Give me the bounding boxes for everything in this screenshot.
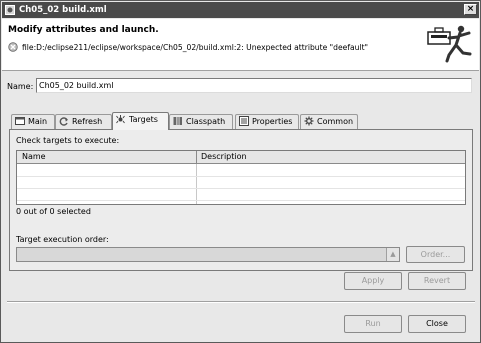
tab-common[interactable]: Common bbox=[300, 114, 358, 129]
tab-properties[interactable]: Properties bbox=[235, 114, 299, 129]
table-row-line bbox=[17, 188, 465, 189]
dialog-header: Modify attributes and launch. file:D:/ec… bbox=[2, 19, 479, 71]
run-button[interactable]: Run bbox=[344, 315, 402, 333]
tab-targets-label: Targets bbox=[129, 115, 158, 124]
targets-table[interactable]: Name Description bbox=[16, 150, 466, 205]
classpath-icon bbox=[173, 117, 182, 125]
column-header-name[interactable]: Name bbox=[22, 152, 46, 161]
execution-order-label: Target execution order: bbox=[16, 235, 109, 244]
refresh-icon bbox=[59, 117, 68, 126]
tab-targets[interactable]: Targets bbox=[112, 112, 169, 130]
error-icon bbox=[8, 42, 18, 52]
targets-table-header: Name Description bbox=[17, 151, 465, 164]
column-header-description[interactable]: Description bbox=[201, 152, 247, 161]
tab-main[interactable]: Main bbox=[11, 114, 55, 129]
title-bar: Ch05_02 build.xml × bbox=[2, 2, 479, 18]
name-label: Name: bbox=[7, 82, 34, 91]
name-field[interactable]: Ch05_02 build.xml bbox=[36, 78, 472, 93]
close-button[interactable]: Close bbox=[408, 315, 466, 333]
tab-refresh-label: Refresh bbox=[72, 117, 103, 126]
window-title: Ch05_02 build.xml bbox=[19, 5, 107, 15]
main-tab-icon bbox=[15, 117, 25, 125]
tab-common-label: Common bbox=[317, 117, 354, 126]
header-column-divider[interactable] bbox=[196, 151, 197, 164]
targets-icon bbox=[116, 115, 125, 124]
ant-window-icon bbox=[5, 5, 15, 15]
close-icon: × bbox=[466, 4, 475, 14]
execution-order-field[interactable]: ▲ bbox=[16, 247, 400, 262]
table-row-line bbox=[17, 200, 465, 201]
apply-button[interactable]: Apply bbox=[344, 272, 402, 290]
close-window-button[interactable]: × bbox=[464, 4, 477, 15]
tab-classpath[interactable]: Classpath bbox=[169, 114, 233, 129]
table-row-line bbox=[17, 176, 465, 177]
column-divider bbox=[196, 164, 197, 204]
button-bar-separator bbox=[7, 301, 475, 303]
tab-refresh[interactable]: Refresh bbox=[55, 114, 112, 129]
order-button[interactable]: Order... bbox=[406, 246, 465, 263]
selected-count: 0 out of 0 selected bbox=[16, 207, 91, 216]
revert-button[interactable]: Revert bbox=[408, 272, 466, 290]
properties-icon bbox=[239, 116, 249, 126]
combo-arrow-icon[interactable]: ▲ bbox=[386, 248, 399, 261]
launch-configuration-dialog: Ch05_02 build.xml × Modify attributes an… bbox=[0, 0, 481, 343]
check-targets-label: Check targets to execute: bbox=[16, 136, 120, 145]
tab-main-label: Main bbox=[28, 117, 48, 126]
tab-properties-label: Properties bbox=[252, 117, 293, 126]
tab-classpath-label: Classpath bbox=[186, 117, 226, 126]
common-icon bbox=[304, 116, 314, 126]
error-message-text: file:D:/eclipse211/eclipse/workspace/Ch0… bbox=[22, 43, 369, 52]
header-title: Modify attributes and launch. bbox=[8, 25, 159, 35]
ant-runner-icon bbox=[425, 23, 475, 67]
